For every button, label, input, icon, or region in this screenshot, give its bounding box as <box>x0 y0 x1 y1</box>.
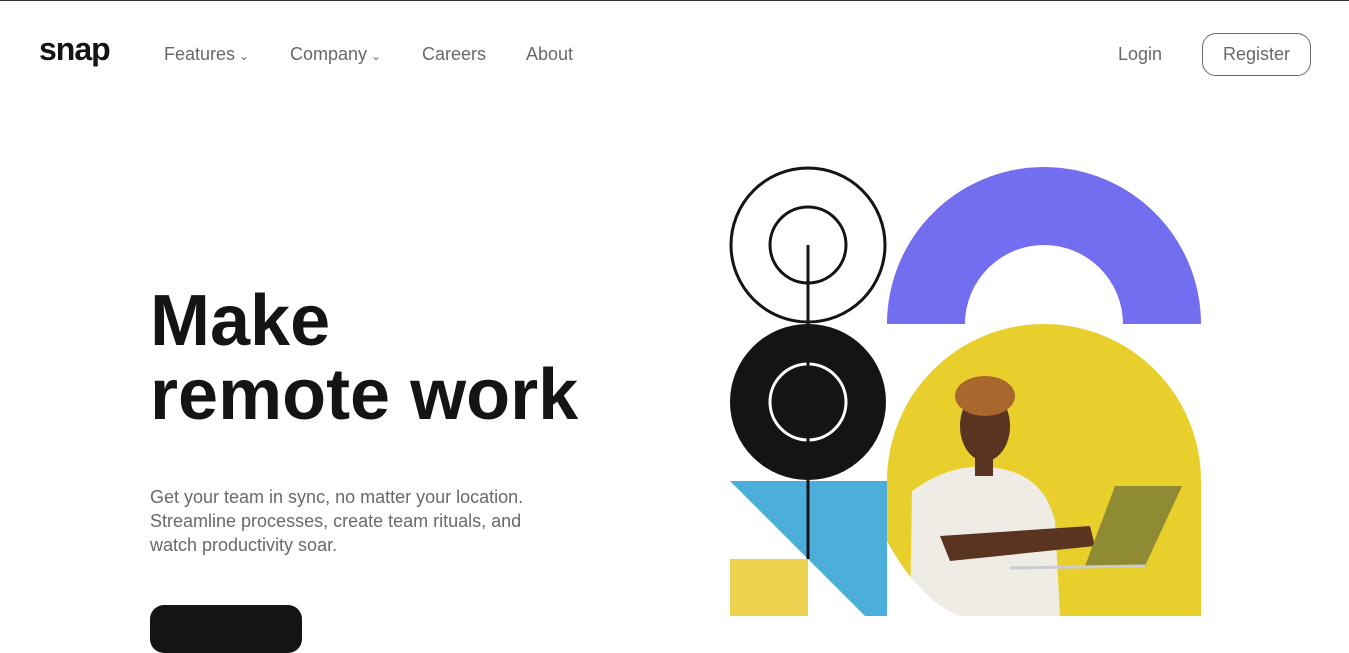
yellow-square <box>730 559 808 616</box>
blue-triangle <box>730 481 808 559</box>
hero-illustration <box>729 166 1201 616</box>
blue-shape <box>808 481 887 616</box>
purple-arch <box>887 167 1201 324</box>
person-photo <box>887 324 1201 616</box>
